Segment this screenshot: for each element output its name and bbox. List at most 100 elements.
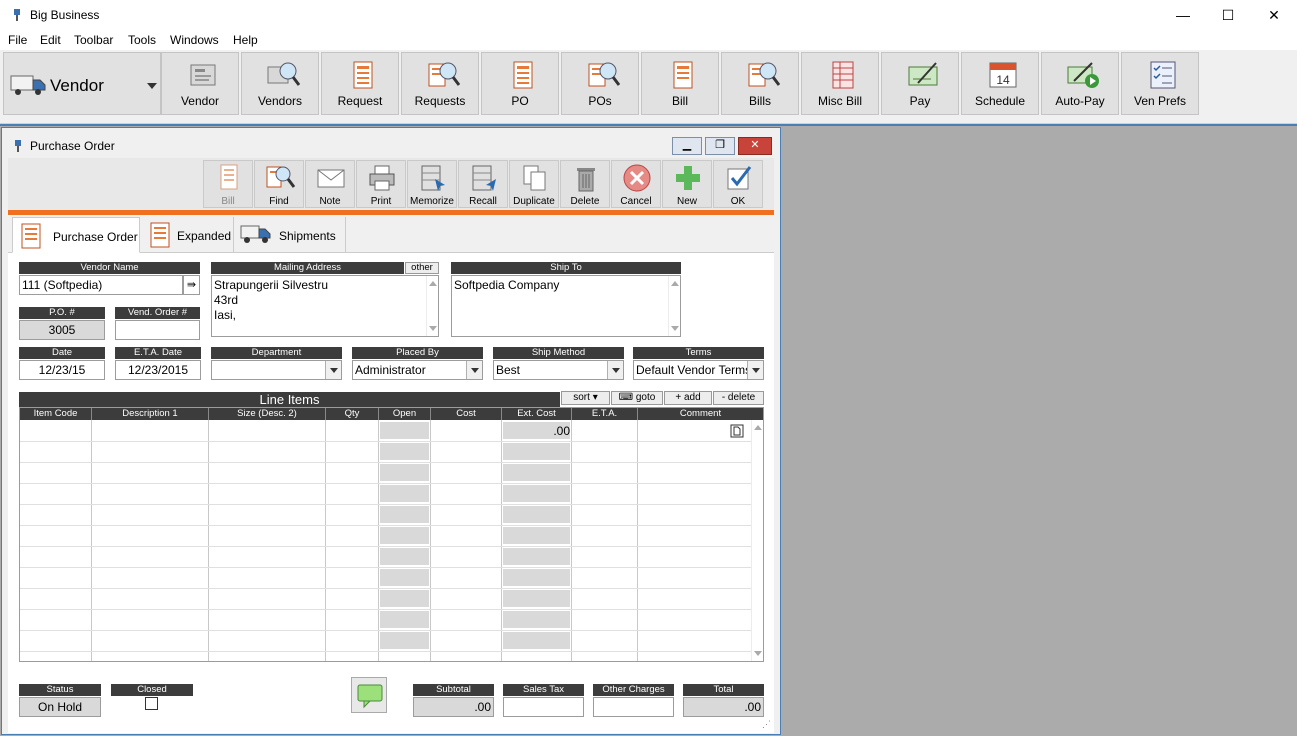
line-items-grid[interactable]: Item Code Description 1 Size (Desc. 2) Q… xyxy=(19,407,764,662)
ship-to-field[interactable]: Softpedia Company xyxy=(451,275,681,337)
toolbar-pay-button[interactable]: Pay xyxy=(881,52,959,115)
grid-column-separator xyxy=(501,420,502,661)
menu-help[interactable]: Help xyxy=(233,33,258,47)
terms-select[interactable]: Default Vendor Terms xyxy=(633,360,764,380)
po-minimize-button[interactable]: ▁ xyxy=(672,137,702,155)
po-memorize-button[interactable]: Memorize xyxy=(407,160,457,208)
po-duplicate-button[interactable]: Duplicate xyxy=(509,160,559,208)
line-items-delete-button[interactable]: - delete xyxy=(713,391,764,405)
col-open[interactable]: Open xyxy=(379,408,431,420)
po-restore-button[interactable]: ❐ xyxy=(705,137,735,155)
date-field[interactable]: 12/23/15 xyxy=(19,360,105,380)
col-cost[interactable]: Cost xyxy=(431,408,502,420)
department-select[interactable] xyxy=(211,360,342,380)
grid-readonly-cell xyxy=(503,569,570,586)
toolbar-bill-button[interactable]: Bill xyxy=(641,52,719,115)
toolbar-ven-prefs-label: Ven Prefs xyxy=(1133,94,1187,108)
col-comment[interactable]: Comment xyxy=(638,408,763,420)
toolbar-autopay-button[interactable]: Auto-Pay xyxy=(1041,52,1119,115)
po-delete-button[interactable]: Delete xyxy=(560,160,610,208)
bill-doc-icon xyxy=(220,164,238,190)
truck-icon xyxy=(240,225,271,243)
grid-row-divider xyxy=(20,525,751,526)
status-field[interactable]: On Hold xyxy=(19,697,101,717)
sales-tax-field[interactable] xyxy=(503,697,584,717)
closed-checkbox[interactable] xyxy=(145,697,158,710)
sales-tax-label: Sales Tax xyxy=(503,684,584,696)
eta-date-field[interactable]: 12/23/2015 xyxy=(115,360,201,380)
po-new-button[interactable]: New xyxy=(662,160,712,208)
resize-grip-icon[interactable]: ⋰ xyxy=(762,719,772,729)
toolbar-schedule-button[interactable]: 14 Schedule xyxy=(961,52,1039,115)
toolbar-misc-bill-button[interactable]: Misc Bill xyxy=(801,52,879,115)
mailing-address-other-button[interactable]: other xyxy=(405,262,439,274)
col-ext-cost[interactable]: Ext. Cost xyxy=(502,408,572,420)
other-charges-label: Other Charges xyxy=(593,684,674,696)
col-item-code[interactable]: Item Code xyxy=(20,408,92,420)
request-doc-icon xyxy=(353,61,373,89)
po-ok-button[interactable]: OK xyxy=(713,160,763,208)
vendor-name-field[interactable]: 111 (Softpedia) xyxy=(19,275,183,295)
menu-toolbar[interactable]: Toolbar xyxy=(74,33,113,47)
app-icon xyxy=(14,9,20,21)
po-find-label: Find xyxy=(269,196,289,207)
toolbar-request-button[interactable]: Request xyxy=(321,52,399,115)
goto-icon: ⌨ xyxy=(618,392,634,403)
vendor-name-label: Vendor Name xyxy=(19,262,200,274)
po-close-button[interactable]: ✕ xyxy=(738,137,772,155)
close-button[interactable]: ✕ xyxy=(1251,0,1297,30)
menu-edit[interactable]: Edit xyxy=(40,33,61,47)
menu-file[interactable]: File xyxy=(8,33,27,47)
toolbar-pos-button[interactable]: POs xyxy=(561,52,639,115)
tab-purchase-order[interactable]: Purchase Order xyxy=(12,217,140,253)
col-description[interactable]: Description 1 xyxy=(92,408,209,420)
col-eta[interactable]: E.T.A. xyxy=(572,408,638,420)
closed-label: Closed xyxy=(111,684,193,696)
toolbar-bills-button[interactable]: Bills xyxy=(721,52,799,115)
toolbar-bills-label: Bills xyxy=(748,94,771,108)
po-find-button[interactable]: Find xyxy=(254,160,304,208)
subtotal-field: .00 xyxy=(413,697,494,717)
toolbar-requests-label: Requests xyxy=(414,94,466,108)
line-items-goto-button[interactable]: ⌨ goto xyxy=(611,391,663,405)
ship-to-scrollbar[interactable] xyxy=(668,276,680,336)
toolbar-autopay-label: Auto-Pay xyxy=(1055,94,1105,108)
speech-bubble-icon xyxy=(357,684,383,709)
grid-row-divider xyxy=(20,546,751,547)
grid-readonly-cell xyxy=(380,485,429,502)
comment-note-icon[interactable] xyxy=(730,424,744,438)
minimize-button[interactable]: — xyxy=(1160,0,1206,30)
line-items-add-button[interactable]: + add xyxy=(664,391,712,405)
toolbar-vendors-button[interactable]: Vendors xyxy=(241,52,319,115)
misc-bill-icon xyxy=(832,61,854,89)
ship-method-select[interactable]: Best xyxy=(493,360,624,380)
po-bill-button[interactable]: Bill xyxy=(203,160,253,208)
toolbar-po-button[interactable]: PO xyxy=(481,52,559,115)
col-size[interactable]: Size (Desc. 2) xyxy=(209,408,326,420)
expanded-doc-icon xyxy=(150,222,170,248)
tab-expanded[interactable]: Expanded xyxy=(142,217,234,253)
po-cancel-button[interactable]: Cancel xyxy=(611,160,661,208)
menu-windows[interactable]: Windows xyxy=(170,33,219,47)
po-recall-button[interactable]: Recall xyxy=(458,160,508,208)
line-items-scrollbar[interactable] xyxy=(751,420,763,661)
po-note-button[interactable]: Note xyxy=(305,160,355,208)
toolbar-vendor-button[interactable]: Vendor xyxy=(161,52,239,115)
po-print-button[interactable]: Print xyxy=(356,160,406,208)
toolbar-ven-prefs-button[interactable]: Ven Prefs xyxy=(1121,52,1199,115)
toolbar-requests-button[interactable]: Requests xyxy=(401,52,479,115)
vend-order-field[interactable] xyxy=(115,320,200,340)
line-items-sort-select[interactable]: sort ▾ xyxy=(561,391,610,405)
mailing-address-scrollbar[interactable] xyxy=(426,276,438,336)
note-speech-button[interactable] xyxy=(351,677,387,713)
tab-shipments[interactable]: Shipments xyxy=(234,217,346,253)
menu-tools[interactable]: Tools xyxy=(128,33,156,47)
module-selector[interactable]: Vendor xyxy=(3,52,161,115)
maximize-button[interactable]: ☐ xyxy=(1205,0,1251,30)
mailing-address-field[interactable]: Strapungerii Silvestru 43rd Iasi, xyxy=(211,275,439,337)
other-charges-field[interactable] xyxy=(593,697,674,717)
ship-method-value: Best xyxy=(496,363,521,377)
vendor-lookup-icon[interactable]: ⇛ xyxy=(183,275,200,295)
placed-by-select[interactable]: Administrator xyxy=(352,360,483,380)
col-qty[interactable]: Qty xyxy=(326,408,379,420)
